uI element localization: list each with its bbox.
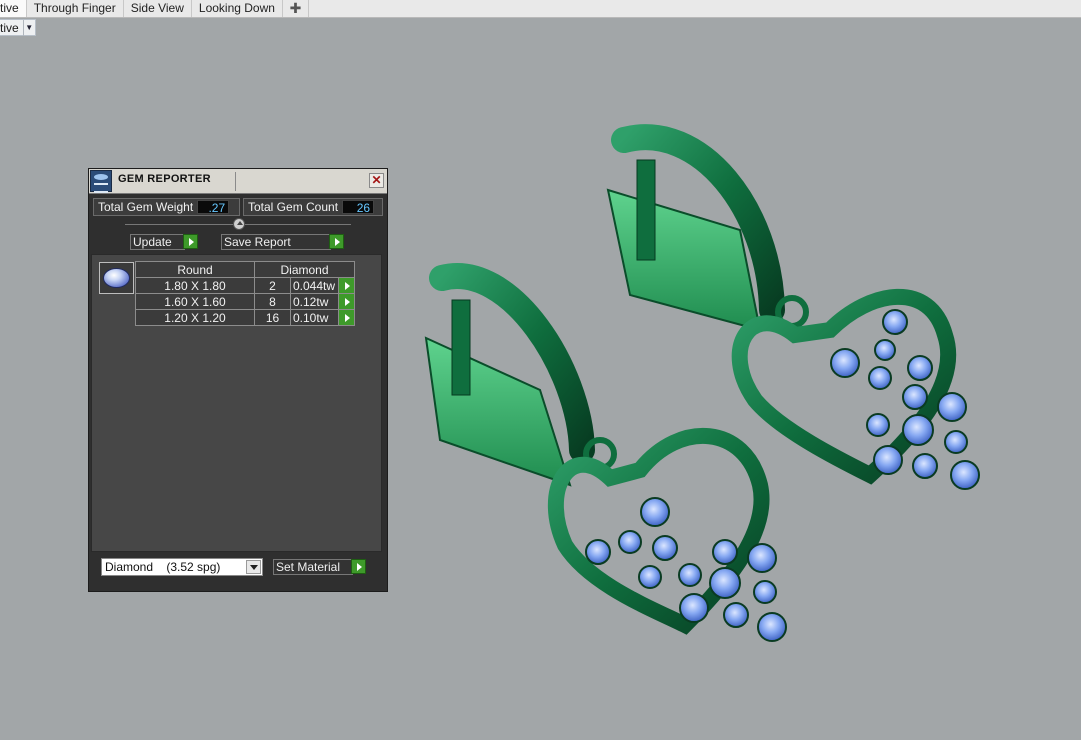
gem-weight-cell: 0.044tw xyxy=(290,277,339,294)
tab-looking-down[interactable]: Looking Down xyxy=(192,0,283,17)
row-select-button[interactable] xyxy=(338,293,355,310)
update-button[interactable]: Update xyxy=(130,234,185,250)
row-select-button[interactable] xyxy=(338,309,355,326)
total-gem-count: Total Gem Count 26 xyxy=(243,198,383,216)
total-gem-count-value: 26 xyxy=(342,200,375,215)
gem-shape-thumbnail[interactable] xyxy=(99,262,134,294)
gem-shape-header: Round xyxy=(135,261,255,278)
tab-perspective[interactable]: tive xyxy=(0,0,27,17)
set-material-button-label: Set Material xyxy=(276,560,341,574)
material-spg: (3.52 spg) xyxy=(166,560,221,574)
total-gem-weight: Total Gem Weight .27 xyxy=(93,198,240,216)
titlebar-divider xyxy=(235,172,236,191)
gem-material-header: Diamond xyxy=(254,261,355,278)
gem-size-cell: 1.80 X 1.80 xyxy=(135,277,255,294)
row-select-button[interactable] xyxy=(338,277,355,294)
gem-weight-cell: 0.10tw xyxy=(290,309,339,326)
earring-left xyxy=(424,263,770,635)
round-gem-icon xyxy=(103,268,130,288)
gem-reporter-panel: GEM REPORTER ✕ Total Gem Weight .27 Tota… xyxy=(88,168,388,592)
gem-count-cell: 16 xyxy=(254,309,291,326)
view-selector-value: tive xyxy=(0,20,19,35)
gem-count-cell: 2 xyxy=(254,277,291,294)
close-icon[interactable]: ✕ xyxy=(369,173,384,188)
play-arrow-icon xyxy=(339,295,354,309)
total-gem-weight-value: .27 xyxy=(197,200,230,215)
chevron-down-icon[interactable] xyxy=(246,560,261,574)
material-name: Diamond xyxy=(105,560,154,574)
total-gem-weight-label: Total Gem Weight xyxy=(98,200,194,214)
collapse-toggle-icon[interactable] xyxy=(233,218,245,230)
save-report-button[interactable]: Save Report xyxy=(221,234,331,250)
play-arrow-icon xyxy=(339,311,354,325)
update-button-label: Update xyxy=(133,235,172,249)
gem-size-cell: 1.20 X 1.20 xyxy=(135,309,255,326)
save-report-go-icon[interactable] xyxy=(329,234,344,249)
table-row: 1.20 X 1.20 16 0.10tw xyxy=(135,309,355,326)
gem-size-cell: 1.60 X 1.60 xyxy=(135,293,255,310)
gem-list-area: Round Diamond 1.80 X 1.80 2 0.044tw 1.60… xyxy=(91,254,382,552)
panel-titlebar[interactable]: GEM REPORTER ✕ xyxy=(89,169,387,194)
gem-count-cell: 8 xyxy=(254,293,291,310)
table-row: 1.60 X 1.60 8 0.12tw xyxy=(135,293,355,310)
set-material-go-icon[interactable] xyxy=(351,559,366,574)
update-go-icon[interactable] xyxy=(183,234,198,249)
tab-through-finger[interactable]: Through Finger xyxy=(27,0,124,17)
gem-reporter-app-icon xyxy=(90,170,112,193)
play-arrow-icon xyxy=(339,279,354,293)
view-selector-dropdown[interactable]: tive ▼ xyxy=(0,19,36,36)
material-select-value: Diamond (3.52 spg) xyxy=(102,560,246,574)
3d-viewport-render[interactable] xyxy=(400,100,1020,680)
set-material-button[interactable]: Set Material xyxy=(273,559,353,575)
material-select[interactable]: Diamond (3.52 spg) xyxy=(101,558,263,576)
earring-right xyxy=(606,124,957,485)
save-report-button-label: Save Report xyxy=(224,235,291,249)
tab-side-view[interactable]: Side View xyxy=(124,0,192,17)
gem-table: Round Diamond 1.80 X 1.80 2 0.044tw 1.60… xyxy=(135,261,355,326)
gem-weight-cell: 0.12tw xyxy=(290,293,339,310)
chevron-down-icon[interactable]: ▼ xyxy=(22,19,35,36)
panel-title: GEM REPORTER xyxy=(118,173,211,185)
table-row: 1.80 X 1.80 2 0.044tw xyxy=(135,277,355,294)
add-tab-icon[interactable]: ✚ xyxy=(283,0,309,17)
view-tab-bar: tive Through Finger Side View Looking Do… xyxy=(0,0,1081,18)
total-gem-count-label: Total Gem Count xyxy=(248,200,339,214)
